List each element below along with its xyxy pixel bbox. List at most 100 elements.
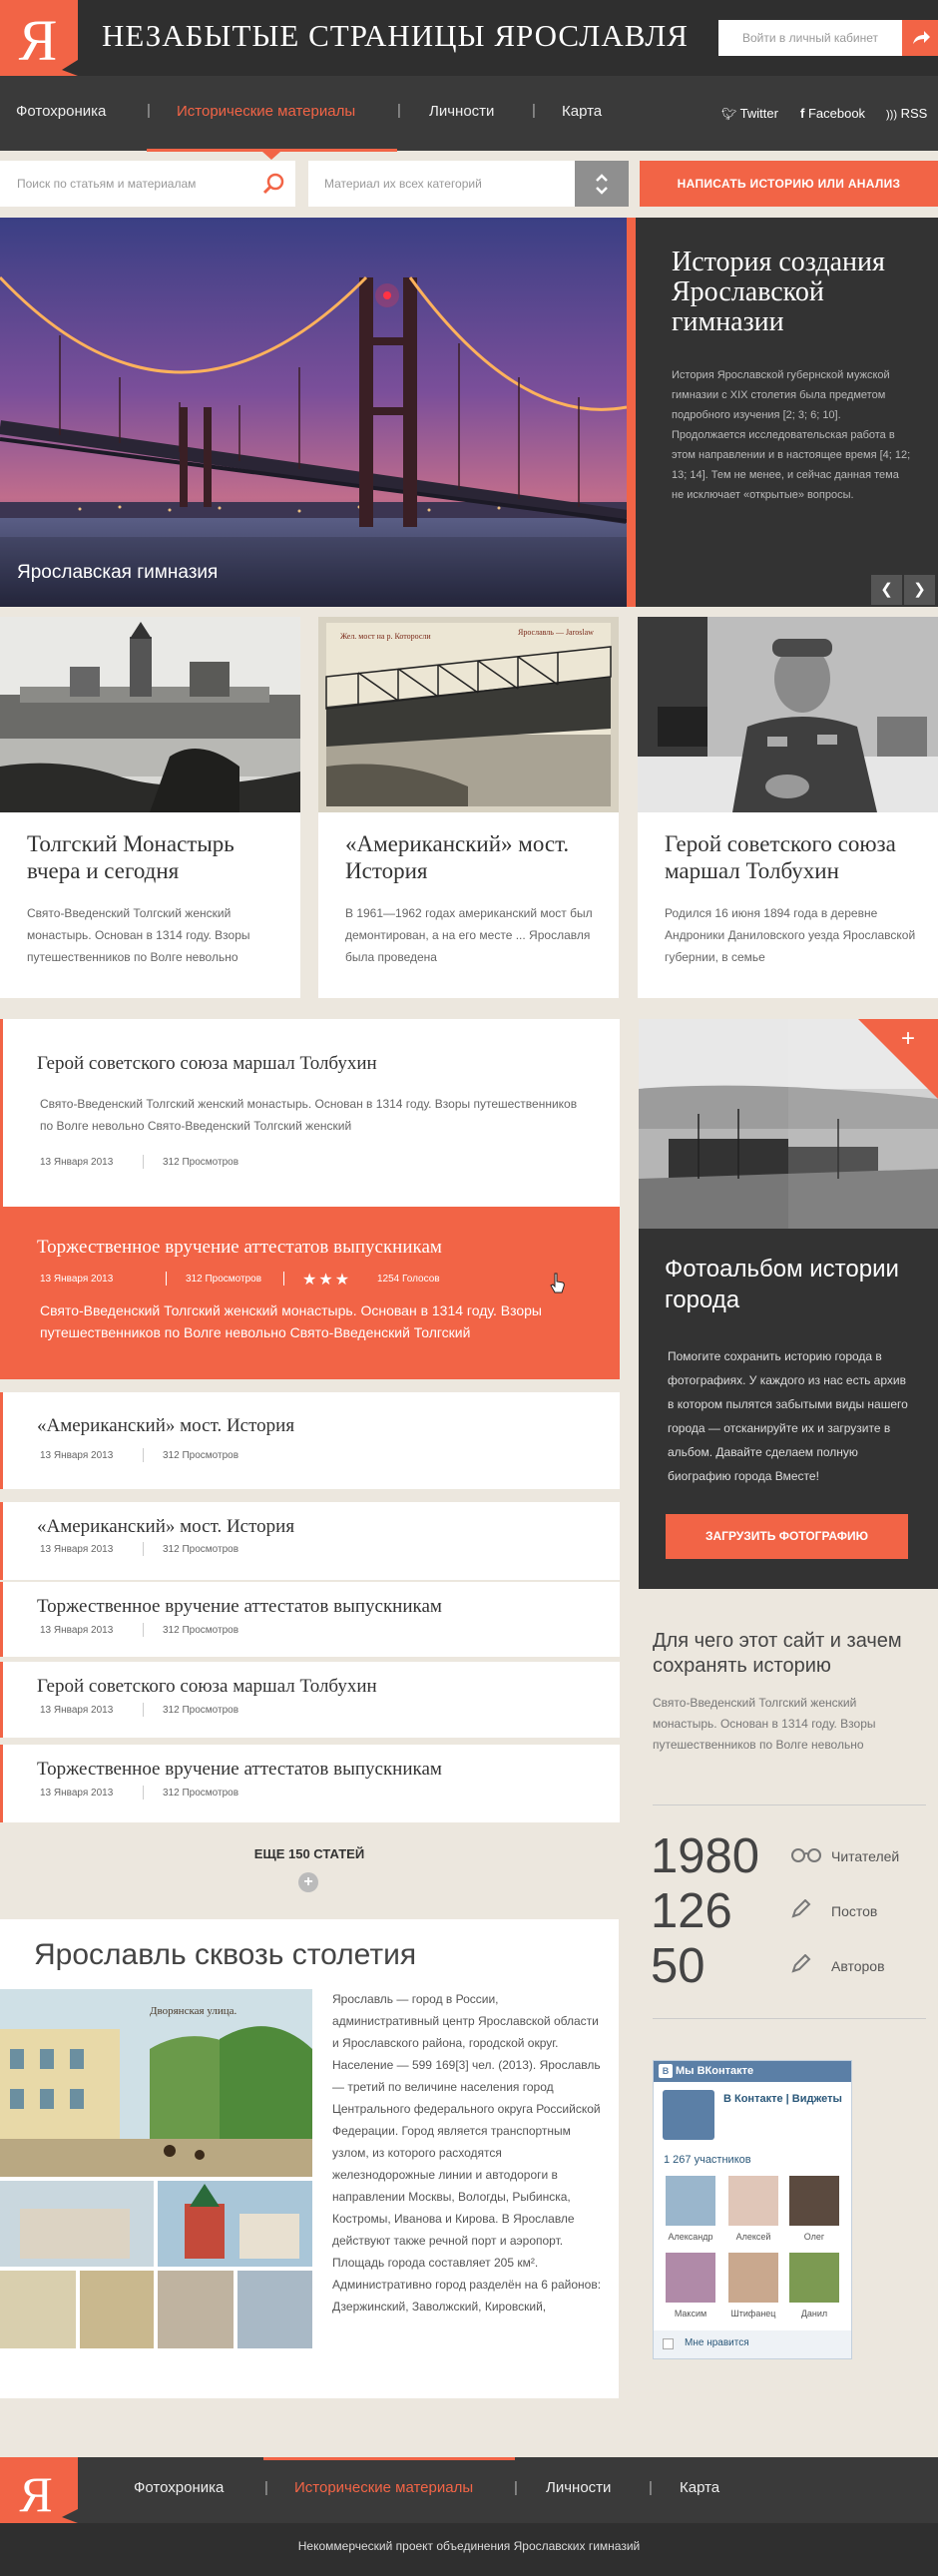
nav-item-historical[interactable]: Исторические материалы (177, 103, 355, 120)
nav-separator: | (649, 2479, 653, 2496)
nav-item-photochronicle[interactable]: Фотохроника (16, 103, 106, 120)
album-add-icon[interactable]: + (901, 1027, 915, 1051)
card-text: В 1961—1962 годах американский мост был … (345, 906, 593, 964)
card-text: Родился 16 июня 1894 года в деревне Андр… (665, 906, 916, 964)
vk-member-name[interactable]: Олег (784, 2232, 844, 2242)
hero-prev-button[interactable]: ❮ (871, 575, 902, 605)
nav-item-map[interactable]: Карта (562, 103, 602, 120)
card-title[interactable]: Герой советского союза маршал Толбухин (665, 830, 924, 884)
footer-nav-persons[interactable]: Личности (546, 2479, 611, 2496)
article-item[interactable]: «Американский» мост. История 13 Января 2… (0, 1392, 620, 1489)
article-views: 312 Просмотров (163, 1705, 239, 1716)
album-text: Помогите сохранить историю города в фото… (668, 1349, 908, 1483)
stat-label: Постов (831, 1903, 878, 1919)
article-date: 13 Января 2013 (40, 1544, 114, 1555)
footer-logo[interactable]: Я (0, 2457, 78, 2523)
search-icon[interactable] (261, 172, 285, 201)
pencil-icon (790, 1953, 814, 1979)
vk-members[interactable]: 1 267 участников (664, 2154, 751, 2166)
hero-title[interactable]: История создания Ярославской гимназии (672, 248, 921, 337)
vk-member-name[interactable]: Штифанец (723, 2309, 783, 2318)
footer-nav-photochronicle[interactable]: Фотохроника (134, 2479, 224, 2496)
vk-logo-icon: В (659, 2064, 673, 2078)
article-item-highlighted[interactable]: Торжественное вручение аттестатов выпуск… (0, 1207, 620, 1379)
article-title[interactable]: Герой советского союза маршал Толбухин (37, 1676, 377, 1698)
article-text: Свято-Введенский Толгский женский монаст… (40, 1097, 578, 1133)
card-title[interactable]: Толгский Монастырь вчера и сегодня (27, 830, 286, 884)
card-american-bridge[interactable]: Жел. мост на р. Которосли Ярославль — Ja… (318, 617, 619, 998)
main-nav: Фотохроника | Исторические материалы | Л… (0, 76, 938, 160)
article-title[interactable]: Герой советского союза маршал Толбухин (37, 1053, 377, 1075)
svg-text:Я: Я (19, 2466, 52, 2522)
vk-like-label[interactable]: Мне нравится (685, 2337, 749, 2348)
upload-photo-button[interactable]: ЗАГРУЗИТЬ ФОТОГРАФИЮ (666, 1514, 908, 1559)
rss-link[interactable]: ))) RSS (886, 106, 927, 121)
article-item[interactable]: Торжественное вручение аттестатов выпуск… (0, 1745, 620, 1822)
article-title[interactable]: «Американский» мост. История (37, 1415, 294, 1437)
card-image (0, 617, 300, 812)
vk-member-name[interactable]: Максим (661, 2309, 720, 2318)
vk-member-name[interactable]: Данил (784, 2309, 844, 2318)
article-item[interactable]: «Американский» мост. История 13 Января 2… (0, 1502, 620, 1580)
site-title[interactable]: НЕЗАБЫТЫЕ СТРАНИЦЫ ЯРОСЛАВЛЯ (102, 18, 689, 54)
article-title[interactable]: Торжественное вручение аттестатов выпуск… (37, 1759, 442, 1781)
vk-group-avatar[interactable] (663, 2090, 714, 2140)
why-title: Для чего этот сайт и зачем сохранять ист… (653, 1630, 902, 1677)
login-input[interactable]: Войти в личный кабинет (718, 20, 902, 56)
album-title: Фотоальбом истории города (665, 1256, 899, 1313)
vk-member-avatar[interactable] (728, 2176, 778, 2226)
hero-image[interactable] (0, 218, 627, 607)
card-tolga[interactable]: Толгский Монастырь вчера и сегодня Свято… (0, 617, 300, 998)
card-title[interactable]: «Американский» мост. История (345, 830, 605, 884)
login-button[interactable] (902, 20, 938, 56)
vk-member-name[interactable]: Алексей (723, 2232, 783, 2242)
hero-next-button[interactable]: ❯ (904, 575, 935, 605)
nav-active-pointer (262, 152, 280, 160)
site-logo[interactable]: Я (0, 0, 78, 76)
footer-active-indicator (263, 2457, 515, 2460)
nav-separator: | (514, 2479, 518, 2496)
nav-separator: | (397, 102, 401, 119)
meta-separator (143, 1542, 144, 1556)
twitter-link[interactable]: 🐦︎ Twitter (721, 106, 778, 121)
article-views: 312 Просмотров (163, 1544, 239, 1555)
more-plus-icon[interactable]: + (298, 1872, 318, 1892)
rating-stars[interactable]: ★★★ (302, 1270, 351, 1289)
vk-member-avatar[interactable] (666, 2176, 715, 2226)
pencil-icon (790, 1898, 814, 1924)
vk-member-avatar[interactable] (789, 2253, 839, 2303)
vk-member-avatar[interactable] (666, 2253, 715, 2303)
hero-caption[interactable]: Ярославская гимназия (17, 562, 218, 584)
article-item[interactable]: Герой советского союза маршал Толбухин 1… (0, 1662, 620, 1738)
vk-member-avatar[interactable] (789, 2176, 839, 2226)
article-item[interactable]: Герой советского союза маршал Толбухин С… (0, 1019, 620, 1239)
vk-member-avatar[interactable] (728, 2253, 778, 2303)
article-date: 13 Января 2013 (40, 1788, 114, 1799)
vk-member-name[interactable]: Александр (661, 2232, 720, 2242)
article-views: 312 Просмотров (163, 1625, 239, 1636)
facebook-icon: f (800, 106, 805, 121)
divider (653, 2018, 926, 2019)
article-title[interactable]: «Американский» мост. История (37, 1516, 294, 1538)
more-articles-link[interactable]: ЕЩЕ 150 СТАТЕЙ (0, 1846, 619, 1861)
article-date: 13 Января 2013 (40, 1625, 114, 1636)
footer-nav-historical[interactable]: Исторические материалы (294, 2479, 473, 2496)
article-item[interactable]: Торжественное вручение аттестатов выпуск… (0, 1582, 620, 1657)
write-story-button[interactable]: НАПИСАТЬ ИСТОРИЮ ИЛИ АНАЛИЗ (640, 161, 938, 207)
arrow-right-icon (913, 31, 930, 44)
facebook-link[interactable]: f Facebook (800, 106, 865, 121)
article-views: 312 Просмотров (163, 1450, 239, 1461)
hero-text: История Ярославской губернской мужской г… (672, 369, 911, 501)
article-title[interactable]: Торжественное вручение аттестатов выпуск… (37, 1596, 442, 1618)
article-title[interactable]: Торжественное вручение аттестатов выпуск… (37, 1237, 442, 1259)
nav-separator: | (147, 102, 151, 119)
vk-header[interactable]: Мы ВКонтакте (654, 2061, 851, 2082)
vk-group-name[interactable]: В Контакте | Виджеты (723, 2092, 843, 2106)
category-select-toggle[interactable] (575, 161, 629, 207)
card-tolbukhin[interactable]: Герой советского союза маршал Толбухин Р… (638, 617, 938, 998)
cursor-pointer-icon (549, 1273, 567, 1299)
footer-nav-map[interactable]: Карта (680, 2479, 719, 2496)
nav-item-persons[interactable]: Личности (429, 103, 494, 120)
yaroslavl-gallery[interactable]: Дворянская улица. (0, 1989, 312, 2348)
vk-like-checkbox[interactable] (663, 2338, 674, 2349)
